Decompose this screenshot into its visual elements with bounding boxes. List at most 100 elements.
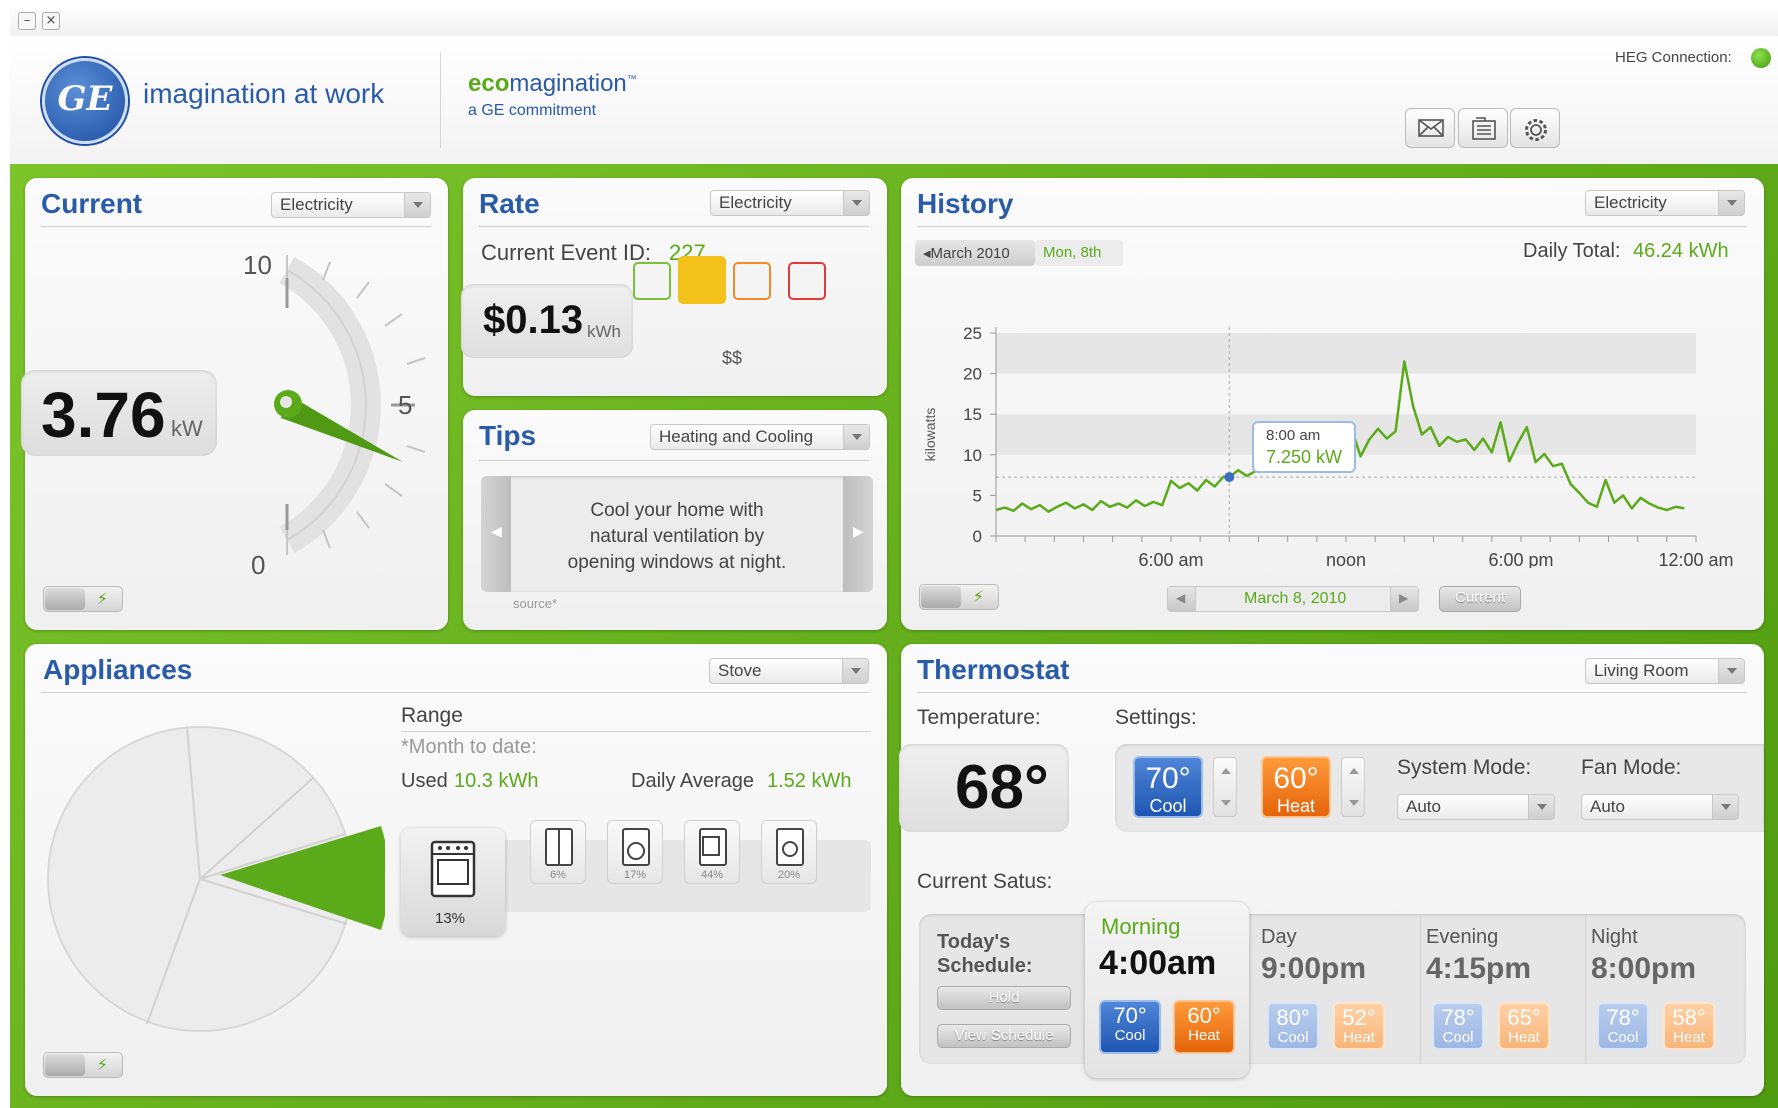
rate-price-readout: $0.13 kWh: [461, 284, 633, 358]
history-chart: 05101520256:00 amnoon6:00 pm12:00 amHour…: [922, 324, 1734, 568]
x-tick-label: 6:00 am: [1138, 550, 1203, 568]
history-month-tab[interactable]: ◂March 2010: [915, 240, 1035, 266]
document-icon: [1472, 117, 1496, 140]
tagline: imagination at work: [143, 78, 385, 109]
system-mode-dropdown[interactable]: Auto: [1397, 794, 1555, 820]
heg-connection-label: HEG Connection:: [1615, 49, 1732, 66]
dishwasher-icon: [776, 828, 804, 866]
date-prev-button[interactable]: ◀: [1168, 587, 1196, 611]
current-source-dropdown[interactable]: Electricity: [271, 192, 431, 218]
heat-setpoint[interactable]: 60° Heat: [1261, 756, 1331, 818]
y-axis-label: kilowatts: [922, 408, 938, 462]
event-id-label: Current Event ID:: [481, 240, 651, 265]
x-tick-label: 12:00 am: [1658, 550, 1733, 568]
tips-category-dropdown[interactable]: Heating and Cooling: [650, 424, 870, 450]
mail-button[interactable]: [1405, 108, 1455, 148]
gauge-max-label: 10: [243, 250, 272, 280]
rate-title: Rate: [479, 188, 540, 219]
tip-source-link[interactable]: source*: [513, 596, 557, 611]
chevron-down-icon: [404, 193, 430, 217]
fridge-icon: [545, 828, 573, 866]
current-toggle[interactable]: ⚡: [43, 586, 123, 612]
history-source-dropdown[interactable]: Electricity: [1585, 190, 1745, 216]
appliances-title: Appliances: [43, 654, 193, 685]
period-cool: 80° Cool: [1267, 1002, 1319, 1050]
schedule-period-evening[interactable]: Evening 4:15pm 78° Cool 65° Heat: [1426, 914, 1586, 1064]
app-header: GE imagination at work ecomagination™ a …: [10, 36, 1778, 164]
gear-icon: [1525, 119, 1547, 141]
history-current-button[interactable]: Current: [1439, 586, 1521, 612]
y-tick-label: 5: [973, 486, 982, 505]
tip-card: ◀ ▶ Cool your home with natural ventilati…: [481, 476, 873, 592]
appliances-toggle[interactable]: ⚡: [43, 1052, 123, 1078]
appliance-used-value: 10.3 kWh: [454, 770, 539, 792]
appliance-item-microwave[interactable]: 44%: [684, 820, 740, 884]
close-button[interactable]: ×: [42, 12, 60, 30]
schedule-period-day[interactable]: Day 9:00pm 80° Cool 52° Heat: [1261, 914, 1421, 1064]
ecomagination-subtitle: a GE commitment: [468, 102, 597, 119]
history-day-tab[interactable]: Mon, 8th: [1035, 240, 1123, 266]
x-tick-label: noon: [1326, 550, 1366, 568]
system-mode-label: System Mode:: [1397, 756, 1532, 779]
heg-connection-status-icon: [1751, 48, 1771, 68]
y-tick-label: 20: [963, 365, 982, 384]
period-cool: 78° Cool: [1597, 1002, 1649, 1050]
cool-setpoint[interactable]: 70° Cool: [1133, 756, 1203, 818]
cool-setpoint-stepper[interactable]: [1213, 757, 1237, 817]
history-title: History: [917, 188, 1014, 219]
minimize-button[interactable]: –: [18, 12, 36, 30]
date-next-button[interactable]: ▶: [1390, 587, 1418, 611]
chevron-down-icon: [843, 191, 869, 215]
current-status-label: Current Satus:: [917, 870, 1053, 893]
appliance-period: *Month to date:: [401, 736, 537, 758]
chevron-down-icon: [843, 425, 869, 449]
settings-button[interactable]: [1510, 108, 1560, 148]
room-dropdown[interactable]: Living Room: [1585, 658, 1745, 684]
rate-tier-1: [633, 262, 671, 300]
tips-title: Tips: [479, 420, 537, 451]
rate-tier-3: [733, 262, 771, 300]
gauge-min-label: 0: [251, 550, 266, 580]
tip-next-button[interactable]: ▶: [843, 476, 873, 592]
appliance-selected-range[interactable]: 13%: [401, 828, 505, 936]
schedule-period-morning[interactable]: Morning 4:00am 70° Cool 60° Heat: [1085, 902, 1249, 1078]
fan-mode-dropdown[interactable]: Auto: [1581, 794, 1739, 820]
documents-button[interactable]: [1458, 108, 1508, 148]
rate-tier-2: [678, 256, 726, 304]
appliance-dropdown[interactable]: Stove: [709, 658, 869, 684]
chevron-down-icon: [1528, 795, 1554, 819]
gauge-mid-label: 5: [398, 390, 413, 420]
appliance-item-washer[interactable]: 17%: [607, 820, 663, 884]
view-schedule-button[interactable]: View Schedule: [937, 1024, 1071, 1048]
settings-label: Settings:: [1115, 706, 1197, 729]
window-titlebar: – ×: [10, 6, 1778, 36]
chevron-down-icon: [1712, 795, 1738, 819]
heat-setpoint-stepper[interactable]: [1341, 757, 1365, 817]
appliance-item-fridge[interactable]: 6%: [530, 820, 586, 884]
rate-source-dropdown[interactable]: Electricity: [710, 190, 870, 216]
ge-logo: GE: [42, 58, 128, 144]
fan-mode-label: Fan Mode:: [1581, 756, 1682, 779]
y-tick-label: 15: [963, 405, 982, 424]
bolt-icon: ⚡: [96, 1055, 108, 1074]
period-heat: 58° Heat: [1663, 1002, 1715, 1050]
bolt-icon: ⚡: [96, 589, 108, 608]
appliance-item-dishwasher[interactable]: 20%: [761, 820, 817, 884]
y-tick-label: 25: [963, 324, 982, 343]
mail-icon: [1418, 119, 1444, 137]
appliances-panel: Appliances Stove Range *Month to date: U…: [25, 644, 887, 1096]
hold-button[interactable]: Hold: [937, 986, 1071, 1010]
chevron-down-icon: [842, 659, 868, 683]
tip-prev-button[interactable]: ◀: [481, 476, 511, 592]
microwave-icon: [699, 828, 727, 866]
tip-text: Cool your home with natural ventilation b…: [567, 500, 787, 573]
y-tick-label: 0: [973, 527, 982, 546]
schedule-label: Today's Schedule:: [937, 931, 1033, 977]
schedule-period-night[interactable]: Night 8:00pm 78° Cool 58° Heat: [1591, 914, 1751, 1064]
history-toggle[interactable]: ⚡: [919, 584, 999, 610]
daily-total-label: Daily Total:: [1523, 240, 1621, 262]
rate-tier-4: [788, 262, 826, 300]
rate-panel: Rate Electricity Current Event ID: 227 $…: [461, 178, 887, 396]
history-panel: History Electricity ◂March 2010 Mon, 8th…: [901, 178, 1764, 630]
current-gauge: [274, 255, 426, 555]
